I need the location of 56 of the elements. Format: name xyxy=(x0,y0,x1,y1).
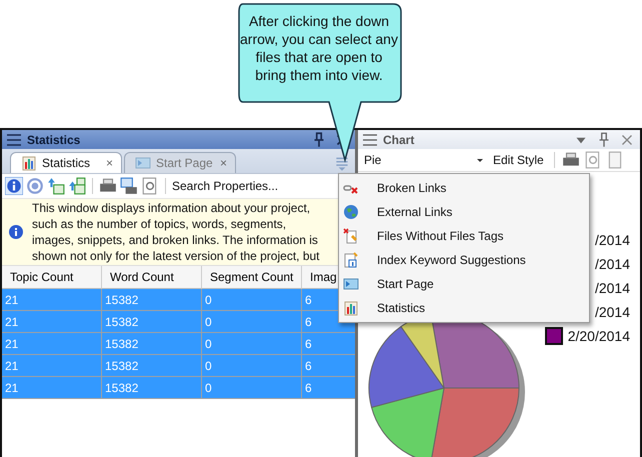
table-cell: 21 xyxy=(2,355,102,377)
tab-close-button[interactable]: × xyxy=(106,156,113,170)
table-cell: 21 xyxy=(2,333,102,355)
edit-style-button[interactable]: Edit Style xyxy=(490,153,547,167)
export-all-icon[interactable] xyxy=(68,177,86,195)
info-text: This window displays information about your project, such as the number of topics, words, segments, images, snippets, and broken links. The information is shown not only for the latest version of the project, but xyxy=(32,200,320,264)
table-cell: 15382 xyxy=(102,311,202,333)
info-icon xyxy=(8,224,24,240)
table-cell: 0 xyxy=(202,311,302,333)
table-cell: 6 xyxy=(302,333,355,355)
menu-icon xyxy=(362,132,378,148)
tab[interactable]: Statistics × xyxy=(10,152,122,173)
legend-label: /2014 xyxy=(594,232,630,248)
globe-icon xyxy=(343,204,359,220)
table-cell: 0 xyxy=(202,333,302,355)
menu-item[interactable]: Broken Links xyxy=(339,176,589,200)
table-cell: 15382 xyxy=(102,289,202,311)
print-preview-icon[interactable] xyxy=(120,177,138,195)
tab-close-button[interactable]: × xyxy=(220,156,227,170)
page-icon xyxy=(343,276,359,292)
menu-icon xyxy=(6,132,22,148)
menu-item[interactable]: Files Without Files Tags xyxy=(339,224,589,248)
panel-title: Chart xyxy=(383,132,416,146)
column-header[interactable]: Topic Count xyxy=(2,266,102,289)
info-icon[interactable] xyxy=(5,177,23,195)
table-cell: 21 xyxy=(2,311,102,333)
table-cell: 6 xyxy=(302,355,355,377)
table-cell: 0 xyxy=(202,355,302,377)
bar-chart-icon xyxy=(343,300,359,316)
index-icon xyxy=(343,252,359,268)
export-icon[interactable] xyxy=(47,177,65,195)
table-cell: 0 xyxy=(202,289,302,311)
table-cell: 15382 xyxy=(102,355,202,377)
table-cell: 0 xyxy=(202,377,302,399)
callout-text: After clicking the down arrow, you can select any files that are open to bring them into view. xyxy=(240,12,398,84)
column-header[interactable]: Segment Count xyxy=(202,266,302,289)
panel-title: Statistics xyxy=(27,132,82,146)
page-icon xyxy=(135,155,151,171)
chart-type-dropdown[interactable]: Pie xyxy=(362,151,486,169)
table-cell: 21 xyxy=(2,377,102,399)
legend-label: /2014 xyxy=(594,280,630,296)
column-header[interactable]: Word Count xyxy=(102,266,202,289)
preview-icon[interactable] xyxy=(141,177,159,195)
menu-item[interactable]: External Links xyxy=(339,200,589,224)
search-properties-button[interactable]: Search Properties... xyxy=(172,179,278,193)
table-cell: 6 xyxy=(302,377,355,399)
tab[interactable]: Start Page × xyxy=(124,152,236,173)
table-cell: 21 xyxy=(2,289,102,311)
caret-icon xyxy=(476,156,484,164)
table-cell: 15382 xyxy=(102,333,202,355)
legend-label: /2014 xyxy=(594,304,630,320)
legend-label: /2014 xyxy=(594,256,630,272)
legend-label: 2/20/2014 xyxy=(568,328,630,344)
table-cell: 15382 xyxy=(102,377,202,399)
bar-chart-icon xyxy=(21,155,37,171)
tag-icon xyxy=(343,228,359,244)
